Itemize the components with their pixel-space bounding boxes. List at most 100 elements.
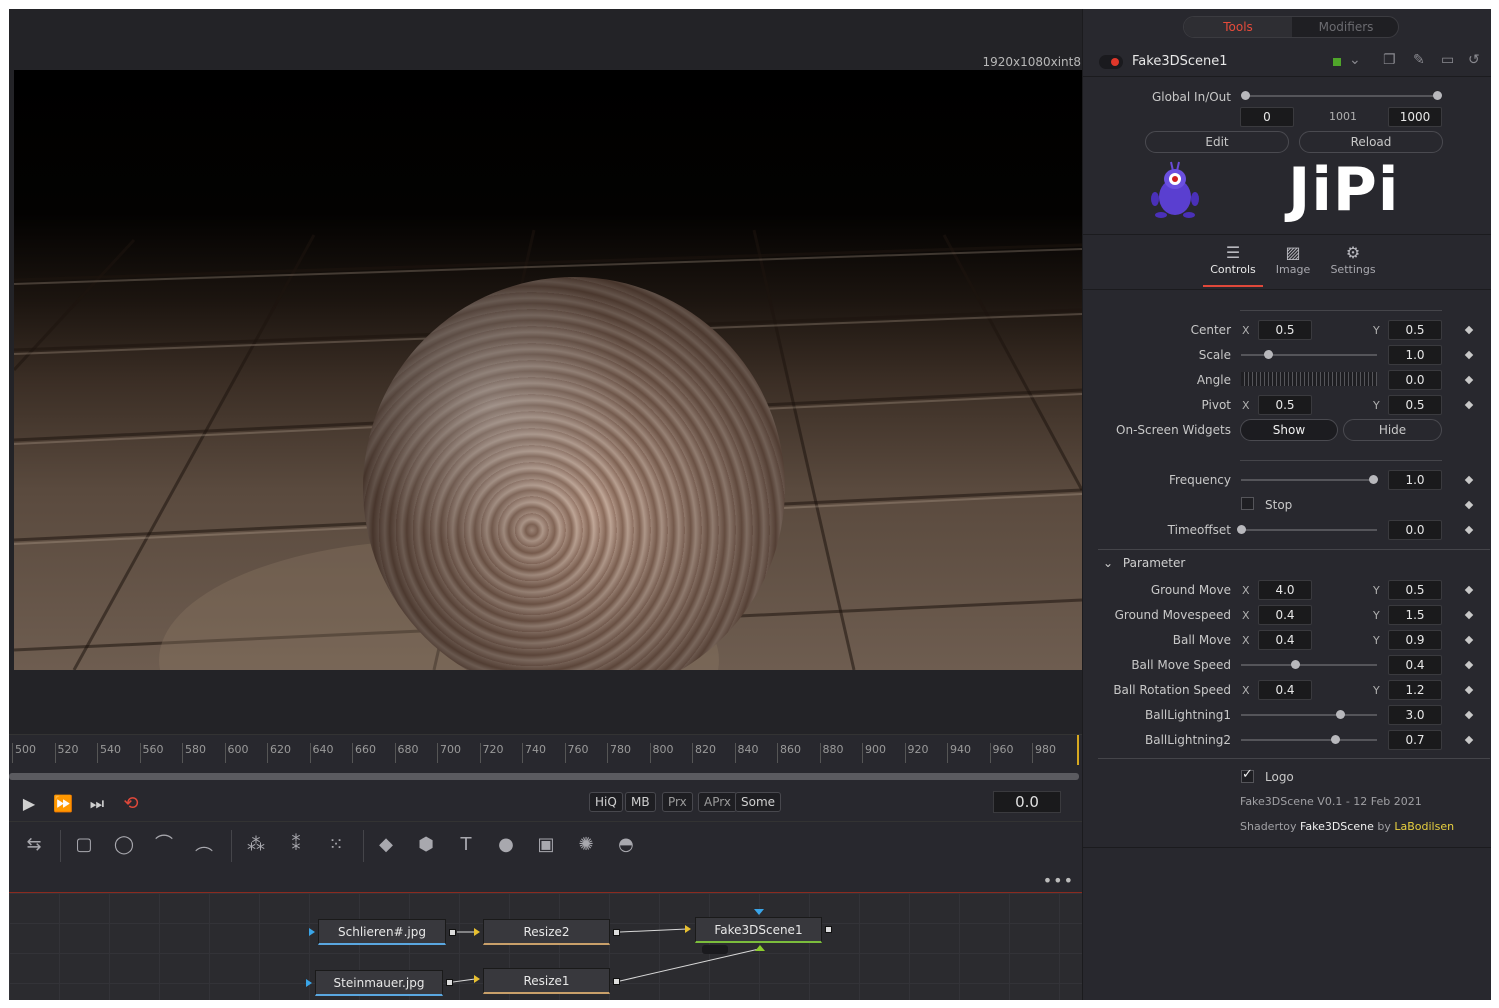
angle-dial[interactable] <box>1241 372 1377 386</box>
credit-author-link[interactable]: LaBodilsen <box>1394 820 1454 833</box>
polygon-tool-icon[interactable]: ⌒ <box>149 832 179 858</box>
output-port[interactable] <box>449 929 456 936</box>
keyframe-icon[interactable] <box>1464 325 1474 335</box>
particle-style-icon[interactable]: ⁙ <box>321 832 351 858</box>
ball-lightning2-knob[interactable] <box>1330 735 1340 744</box>
viewer[interactable]: 1920x1080xint8 <box>9 9 1082 734</box>
render-image[interactable] <box>14 70 1082 670</box>
output-port[interactable] <box>446 979 453 986</box>
keyframe-icon[interactable] <box>1464 375 1474 385</box>
ball-lightning1-knob[interactable] <box>1336 710 1346 719</box>
frequency-knob[interactable] <box>1368 475 1378 484</box>
ball-lightning2-field[interactable]: 0.7 <box>1388 730 1442 750</box>
parameter-section-toggle[interactable]: ⌄ Parameter <box>1103 556 1185 570</box>
edit-button[interactable]: Edit <box>1145 131 1289 153</box>
versions-icon[interactable]: ❐ <box>1383 52 1396 68</box>
keyframe-icon[interactable] <box>1464 350 1474 360</box>
pin-icon[interactable]: ✎ <box>1413 52 1425 68</box>
ball-move-x-field[interactable]: 0.4 <box>1258 630 1312 650</box>
ball-move-speed-slider[interactable] <box>1241 664 1377 666</box>
credit-shader-name[interactable]: Fake3DScene <box>1300 820 1374 833</box>
light3d-icon[interactable]: ✺ <box>571 832 601 858</box>
bspline-tool-icon[interactable]: ︵ <box>189 832 219 858</box>
loop-icon[interactable]: ⟲ <box>119 793 143 815</box>
ball-rotation-speed-y-field[interactable]: 1.2 <box>1388 680 1442 700</box>
ball-lightning1-field[interactable]: 3.0 <box>1388 705 1442 725</box>
timeoffset-slider[interactable] <box>1241 529 1377 531</box>
node-flow[interactable]: Schlieren#.jpg Resize2 Fake3DScene1 Stei… <box>9 893 1082 1000</box>
background-tool-icon[interactable]: ⇆ <box>19 832 49 858</box>
node-mini-controls[interactable] <box>702 945 728 954</box>
keyframe-icon[interactable] <box>1464 525 1474 535</box>
output-port[interactable] <box>613 978 620 985</box>
frequency-slider[interactable] <box>1241 479 1377 481</box>
current-time-field[interactable]: 0.0 <box>993 791 1061 813</box>
keyframe-icon[interactable] <box>1464 685 1474 695</box>
camera3d-icon[interactable]: ● <box>491 832 521 858</box>
hiq-button[interactable]: HiQ <box>589 792 623 812</box>
scale-field[interactable]: 1.0 <box>1388 345 1442 365</box>
tab-controls[interactable]: ☰ Controls <box>1203 235 1263 287</box>
keyframe-icon[interactable] <box>1464 500 1474 510</box>
global-out-field[interactable]: 1000 <box>1388 107 1442 127</box>
prx-button[interactable]: Prx <box>662 792 693 812</box>
reload-button[interactable]: Reload <box>1299 131 1443 153</box>
ground-movespeed-y-field[interactable]: 1.5 <box>1388 605 1442 625</box>
ground-movespeed-x-field[interactable]: 0.4 <box>1258 605 1312 625</box>
tab-image[interactable]: ▨ Image <box>1263 235 1323 287</box>
resize2-node[interactable]: Resize2 <box>483 919 610 945</box>
tab-settings[interactable]: ⚙ Settings <box>1323 235 1383 287</box>
scale-slider[interactable] <box>1241 354 1377 356</box>
keyframe-icon[interactable] <box>1464 585 1474 595</box>
tab-tools[interactable]: Tools <box>1184 17 1292 37</box>
ball-lightning2-slider[interactable] <box>1241 739 1377 741</box>
keyframe-icon[interactable] <box>1464 475 1474 485</box>
stop-checkbox[interactable] <box>1241 497 1254 510</box>
keyframe-icon[interactable] <box>1464 660 1474 670</box>
output-port[interactable] <box>613 929 620 936</box>
global-inout-track[interactable] <box>1245 95 1439 97</box>
playhead[interactable] <box>1077 735 1079 765</box>
ellipse-tool-icon[interactable]: ◯ <box>109 832 139 858</box>
scale-knob[interactable] <box>1264 350 1274 359</box>
mb-button[interactable]: MB <box>625 792 656 812</box>
tab-modifiers[interactable]: Modifiers <box>1292 17 1398 37</box>
aprx-button[interactable]: APrx <box>698 792 737 812</box>
merge3d-icon[interactable]: ⬢ <box>411 832 441 858</box>
keyframe-icon[interactable] <box>1464 735 1474 745</box>
angle-field[interactable]: 0.0 <box>1388 370 1442 390</box>
text3d-icon[interactable]: T <box>451 832 481 858</box>
pivot-y-field[interactable]: 0.5 <box>1388 395 1442 415</box>
more-options-icon[interactable]: ••• <box>1043 871 1074 890</box>
center-x-field[interactable]: 0.5 <box>1258 320 1312 340</box>
timeoffset-knob[interactable] <box>1237 525 1246 534</box>
ball-move-y-field[interactable]: 0.9 <box>1388 630 1442 650</box>
particle-render-icon[interactable]: ⁑ <box>281 832 311 858</box>
fake3dscene-node[interactable]: Fake3DScene1 <box>695 917 822 943</box>
ball-move-speed-field[interactable]: 0.4 <box>1388 655 1442 675</box>
timeoffset-field[interactable]: 0.0 <box>1388 520 1442 540</box>
center-y-field[interactable]: 0.5 <box>1388 320 1442 340</box>
reset-icon[interactable]: ↺ <box>1468 52 1480 68</box>
ground-move-y-field[interactable]: 0.5 <box>1388 580 1442 600</box>
loader-node-steinmauer[interactable]: Steinmauer.jpg <box>315 970 443 996</box>
play-icon[interactable]: ▶ <box>17 793 41 815</box>
keyframe-icon[interactable] <box>1464 610 1474 620</box>
tool-header[interactable]: Fake3DScene1 ⌄ ❐ ✎ ▭ ↺ <box>1083 47 1491 77</box>
global-in-field[interactable]: 0 <box>1240 107 1294 127</box>
output-port[interactable] <box>825 926 832 933</box>
ball-lightning1-slider[interactable] <box>1241 714 1377 716</box>
chevron-down-icon[interactable]: ⌄ <box>1349 52 1361 68</box>
show-widgets-button[interactable]: Show <box>1240 419 1338 441</box>
keyframe-icon[interactable] <box>1464 710 1474 720</box>
time-ruler[interactable]: 500 520 540 560 580 600 620 640 660 680 700 720 740 7… <box>9 734 1082 767</box>
image-plane-icon[interactable]: ◓ <box>611 832 641 858</box>
global-in-knob[interactable] <box>1241 91 1250 100</box>
rectangle-tool-icon[interactable]: ▢ <box>69 832 99 858</box>
some-button[interactable]: Some <box>735 792 782 812</box>
shape3d-icon[interactable]: ◆ <box>371 832 401 858</box>
lock-icon[interactable]: ▭ <box>1441 52 1454 68</box>
ground-move-x-field[interactable]: 4.0 <box>1258 580 1312 600</box>
pivot-x-field[interactable]: 0.5 <box>1258 395 1312 415</box>
loader-node-schlieren[interactable]: Schlieren#.jpg <box>318 919 446 945</box>
